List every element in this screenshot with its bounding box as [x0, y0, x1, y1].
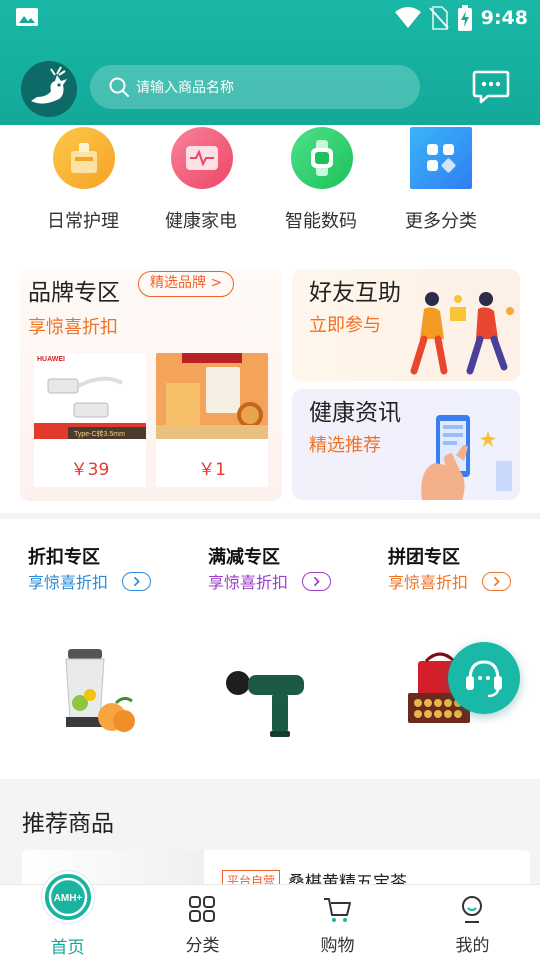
chevron-right-icon[interactable] — [482, 572, 511, 591]
user-icon — [462, 896, 482, 923]
zone-subtitle: 享惊喜折扣 — [388, 573, 469, 592]
tab-label: 分类 — [185, 936, 220, 956]
zone-subtitle: 享惊喜折扣 — [208, 573, 289, 592]
discount-zone[interactable]: 折扣专区 享惊喜折扣 — [28, 543, 208, 763]
category-health-appliance[interactable]: 健康家电 — [146, 125, 256, 241]
zone-subtitle: 享惊喜折扣 — [28, 573, 109, 592]
chevron-right-icon[interactable] — [122, 572, 151, 591]
zone-title: 满减专区 — [208, 547, 280, 568]
status-bar: 9:48 — [0, 0, 540, 36]
full-reduction-zone[interactable]: 满减专区 享惊喜折扣 — [208, 543, 388, 763]
promo-section: 品牌专区 精选品牌 > 享惊喜折扣 HUAWEI Type-C转3.5mm ￥3… — [0, 241, 540, 513]
category-label: 健康家电 — [165, 211, 237, 232]
category-row: 日常护理 健康家电 智能数码 更多分类 — [0, 125, 540, 241]
product-price: ￥39 — [70, 460, 110, 480]
category-label: 更多分类 — [405, 211, 477, 232]
svg-text:Type-C转3.5mm: Type-C转3.5mm — [74, 429, 125, 438]
usb-adapter-product-image: HUAWEI Type-C转3.5mm — [34, 353, 146, 439]
category-more[interactable]: 更多分类 — [386, 125, 496, 241]
search-placeholder: 请输入商品名称 — [136, 80, 234, 96]
tab-home[interactable]: AMH+ 首页 — [0, 871, 135, 960]
daily-care-icon — [53, 127, 115, 189]
battery-charging-icon — [457, 5, 472, 31]
smart-watch-icon — [291, 127, 353, 189]
brand-zone-card[interactable]: 品牌专区 精选品牌 > 享惊喜折扣 HUAWEI Type-C转3.5mm ￥3… — [20, 269, 282, 501]
image-notification-icon — [16, 8, 38, 26]
message-icon[interactable] — [472, 70, 510, 104]
friend-help-subtitle: 立即参与 — [309, 315, 381, 336]
category-label: 智能数码 — [285, 211, 357, 232]
search-bar[interactable]: 请输入商品名称 — [90, 65, 420, 109]
customer-service-button[interactable] — [448, 642, 520, 714]
phone-reading-illustration-icon — [421, 415, 512, 500]
brand-zone-title: 品牌专区 — [28, 280, 120, 306]
zone-title: 折扣专区 — [28, 547, 100, 568]
health-appliance-icon — [171, 127, 233, 189]
brand-zone-subtitle: 享惊喜折扣 — [28, 317, 118, 338]
zone-title: 拼团专区 — [388, 547, 460, 568]
friends-illustration-icon — [410, 292, 514, 375]
no-sim-icon — [429, 6, 449, 30]
clock: 9:48 — [480, 7, 528, 29]
tab-shopping[interactable]: 购物 — [270, 885, 405, 960]
cart-icon — [324, 898, 351, 922]
tab-label: 购物 — [320, 936, 355, 956]
tab-label: 首页 — [50, 938, 85, 958]
health-news-card[interactable]: 健康资讯 精选推荐 — [292, 389, 520, 500]
bottom-tab-bar: AMH+ 首页 分类 购物 我的 — [0, 871, 540, 960]
friend-help-title: 好友互助 — [309, 280, 401, 306]
svg-text:HUAWEI: HUAWEI — [37, 356, 65, 363]
headset-icon — [466, 660, 502, 698]
tab-profile[interactable]: 我的 — [405, 885, 540, 960]
friend-help-card[interactable]: 好友互助 立即参与 — [292, 269, 520, 381]
category-smart-digital[interactable]: 智能数码 — [266, 125, 376, 241]
app-header: 9:48 请输入商品名称 — [0, 0, 540, 125]
product-price: ￥1 — [198, 460, 226, 480]
health-news-title: 健康资讯 — [309, 400, 401, 426]
grid-icon — [189, 896, 215, 922]
juicer-bottle-product-image — [65, 649, 135, 732]
wifi-icon — [394, 7, 421, 28]
deer-logo-icon — [21, 61, 77, 117]
tab-label: 我的 — [455, 936, 490, 956]
lemon-tea-product-image — [156, 353, 268, 439]
tab-category[interactable]: 分类 — [135, 885, 270, 960]
category-label: 日常护理 — [47, 211, 119, 232]
recommend-section: 推荐商品 平台自营 桑椹黄精五宝茶 — [0, 780, 540, 890]
health-news-subtitle: 精选推荐 — [309, 435, 381, 456]
brand-select-button[interactable]: 精选品牌 > — [138, 271, 235, 297]
search-icon — [109, 77, 129, 97]
more-category-icon — [410, 127, 472, 189]
category-daily-care[interactable]: 日常护理 — [28, 125, 138, 241]
brand-product-card[interactable]: HUAWEI Type-C转3.5mm ￥39 — [34, 353, 146, 487]
home-logo-icon: AMH+ — [42, 871, 94, 923]
massage-gun-product-image — [226, 671, 304, 737]
recommend-title: 推荐商品 — [22, 811, 114, 837]
brand-product-card[interactable]: ￥1 — [156, 353, 268, 487]
home-logo-text: AMH+ — [54, 893, 83, 904]
app-logo[interactable] — [21, 61, 77, 117]
chevron-right-icon[interactable] — [302, 572, 331, 591]
